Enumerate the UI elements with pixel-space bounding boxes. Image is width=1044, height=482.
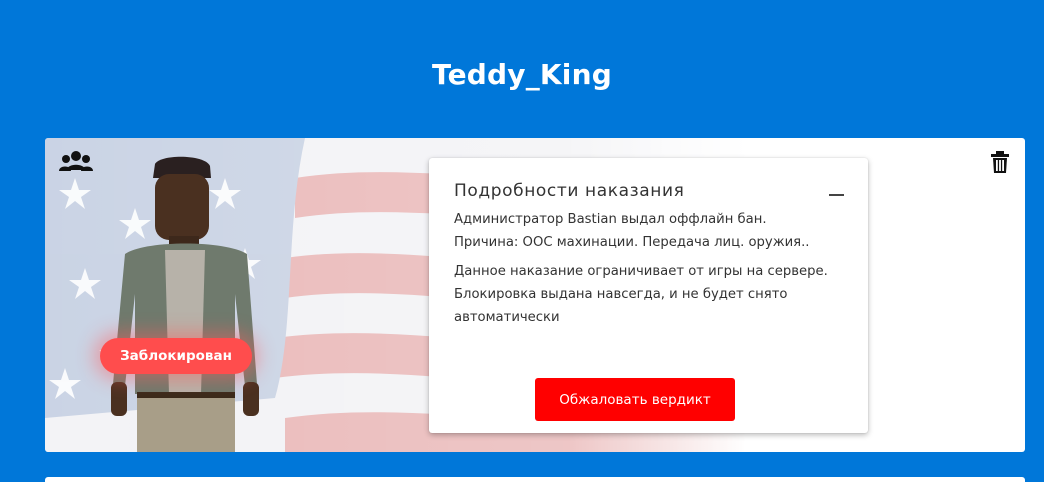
appeal-button[interactable]: Обжаловать вердикт	[535, 378, 735, 421]
character-skin-image	[85, 154, 285, 452]
profile-card: Заблокирован Подробности наказания Админ…	[45, 138, 1025, 452]
punishment-line-1: Администратор Bastian выдал оффлайн бан.	[454, 212, 767, 227]
punishment-line-2: Причина: OOC махинации. Передача лиц. ор…	[454, 235, 810, 250]
minus-icon	[829, 194, 844, 196]
next-card	[45, 477, 1025, 482]
punishment-note: Данное наказание ограничивает от игры на…	[454, 264, 828, 325]
collapse-button[interactable]	[822, 184, 850, 206]
punishment-details-title: Подробности наказания	[454, 181, 685, 201]
trash-icon[interactable]	[991, 151, 1009, 173]
status-badge: Заблокирован	[100, 338, 252, 374]
page-title: Teddy_King	[432, 58, 612, 91]
punishment-reason: Администратор Bastian выдал оффлайн бан.…	[454, 208, 854, 254]
punishment-details-panel: Подробности наказания Администратор Bast…	[429, 158, 868, 433]
